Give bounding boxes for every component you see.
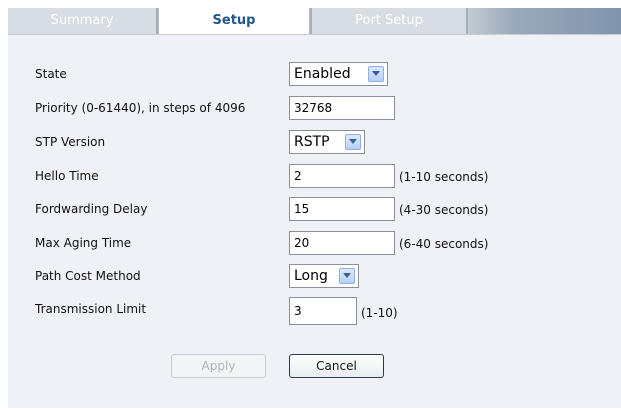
tab-summary[interactable]: Summary [8, 8, 158, 34]
max-aging-time-input[interactable]: 20 [289, 231, 395, 255]
hello-time-input[interactable]: 2 [289, 164, 395, 188]
setup-panel: State Enabled Priority (0-61440), in ste… [8, 34, 621, 408]
stp-version-value: RSTP [294, 134, 330, 150]
cancel-button[interactable]: Cancel [289, 354, 384, 378]
stp-version-row: STP Version RSTP [8, 130, 621, 156]
stp-version-label: STP Version [35, 135, 106, 149]
apply-button[interactable]: Apply [171, 354, 266, 378]
forwarding-delay-hint: (4-30 seconds) [399, 203, 489, 217]
forwarding-delay-label: Fordwarding Delay [35, 202, 148, 216]
priority-label: Priority (0-61440), in steps of 4096 [35, 101, 246, 115]
state-value: Enabled [294, 66, 351, 82]
transmission-limit-input[interactable]: 3 [289, 297, 357, 325]
tab-bar: Summary Setup Port Setup [8, 8, 621, 36]
chevron-down-icon[interactable] [339, 268, 355, 284]
stp-version-select[interactable]: RSTP [289, 130, 365, 154]
chevron-down-icon[interactable] [368, 66, 384, 82]
tab-port-setup[interactable]: Port Setup [310, 8, 466, 34]
transmission-limit-label: Transmission Limit [35, 302, 147, 316]
state-select[interactable]: Enabled [289, 62, 388, 86]
priority-row: Priority (0-61440), in steps of 4096 327… [8, 96, 621, 122]
forwarding-delay-input[interactable]: 15 [289, 197, 395, 221]
path-cost-method-row: Path Cost Method Long [8, 264, 621, 290]
hello-time-row: Hello Time 2 (1-10 seconds) [8, 164, 621, 190]
tab-setup[interactable]: Setup [158, 8, 310, 36]
state-label: State [35, 67, 67, 81]
max-aging-time-row: Max Aging Time 20 (6-40 seconds) [8, 231, 621, 257]
tab-bar-filler [466, 8, 621, 34]
transmission-limit-hint: (1-10) [361, 306, 398, 320]
chevron-down-icon[interactable] [345, 134, 361, 150]
transmission-limit-row: Transmission Limit 3 (1-10) [8, 297, 621, 325]
hello-time-hint: (1-10 seconds) [399, 170, 489, 184]
path-cost-method-select[interactable]: Long [289, 264, 359, 288]
hello-time-label: Hello Time [35, 169, 99, 183]
path-cost-method-label: Path Cost Method [35, 269, 141, 283]
path-cost-method-value: Long [294, 268, 328, 284]
priority-input[interactable]: 32768 [289, 96, 395, 120]
forwarding-delay-row: Fordwarding Delay 15 (4-30 seconds) [8, 197, 621, 223]
max-aging-time-label: Max Aging Time [35, 236, 132, 250]
state-row: State Enabled [8, 62, 621, 88]
max-aging-time-hint: (6-40 seconds) [399, 237, 489, 251]
